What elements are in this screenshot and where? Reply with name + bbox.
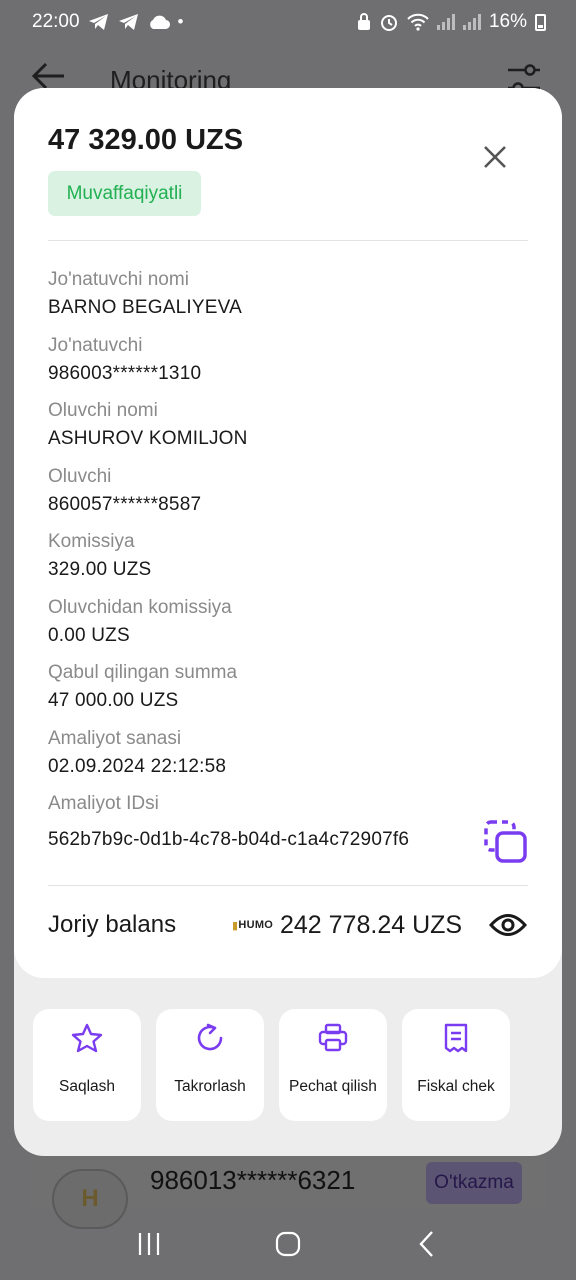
signal-icon bbox=[436, 14, 455, 30]
field-received-amount: Qabul qilingan summa 47 000.00 UZS bbox=[48, 659, 528, 725]
field-label: Amaliyot sanasi bbox=[48, 727, 182, 749]
notification-dot-icon: • bbox=[177, 12, 184, 31]
field-label: Jo'natuvchi bbox=[48, 334, 143, 356]
alarm-icon bbox=[380, 15, 397, 31]
close-icon bbox=[484, 146, 506, 168]
field-value[interactable]: 562b7b9c-0d1b-4c78-b04d-c1a4c72907f6 bbox=[48, 826, 528, 854]
field-label: Oluvchi nomi bbox=[48, 400, 158, 421]
field-label: Qabul qilingan summa bbox=[48, 662, 238, 683]
field-value: 02.09.2024 22:12:58 bbox=[48, 755, 227, 777]
home-icon bbox=[275, 1231, 301, 1257]
receipt-icon bbox=[439, 1021, 473, 1055]
printer-icon bbox=[316, 1021, 350, 1055]
status-time: 22:00 bbox=[32, 11, 80, 32]
transaction-amount: 47 329.00 UZS bbox=[48, 124, 244, 156]
home-button[interactable] bbox=[268, 1224, 308, 1264]
action-label: Saqlash bbox=[58, 1078, 115, 1095]
background-transaction-row: H 986013******6321 O'tkazma bbox=[30, 1157, 546, 1229]
status-right: 16% bbox=[357, 11, 546, 33]
print-button[interactable]: Pechat qilish bbox=[279, 1009, 387, 1121]
field-value: BARNO BEGALIYEVA bbox=[48, 297, 242, 318]
divider bbox=[48, 885, 528, 886]
field-label: Oluvchidan komissiya bbox=[48, 596, 232, 618]
row-card-number: 986013******6321 bbox=[150, 1165, 356, 1195]
humo-card-logo: ▮ HUMO bbox=[232, 919, 274, 932]
signal-icon bbox=[462, 14, 481, 30]
copy-icon bbox=[484, 820, 527, 863]
divider bbox=[48, 240, 528, 241]
toggle-balance-visibility-button[interactable] bbox=[488, 905, 528, 945]
current-balance-row: Joriy balans ▮ HUMO 242 778.24 UZS bbox=[48, 896, 528, 954]
field-value: ASHUROV KOMILJON bbox=[48, 428, 248, 449]
telegram-icon bbox=[88, 14, 108, 30]
field-commission: Komissiya 329.00 UZS bbox=[48, 528, 528, 594]
lock-icon bbox=[357, 13, 370, 30]
close-button[interactable] bbox=[476, 138, 514, 176]
star-icon bbox=[70, 1021, 104, 1055]
field-sender-card: Jo'natuvchi 986003******1310 bbox=[48, 332, 528, 398]
action-label: Takrorlash bbox=[174, 1078, 246, 1095]
battery-percent: 16% bbox=[488, 11, 527, 32]
wifi-icon bbox=[407, 13, 429, 31]
action-label: Pechat qilish bbox=[289, 1078, 377, 1095]
action-buttons: Saqlash Takrorlash Pechat qilish Fiskal … bbox=[33, 1009, 510, 1121]
back-chevron-icon bbox=[419, 1231, 433, 1257]
status-badge: Muvaffaqiyatli bbox=[48, 171, 201, 216]
card-brand: HUMO bbox=[238, 919, 274, 931]
balance-label: Joriy balans bbox=[48, 911, 177, 938]
repeat-button[interactable]: Takrorlash bbox=[156, 1009, 264, 1121]
battery-icon bbox=[535, 13, 546, 31]
field-value: 860057******8587 bbox=[48, 493, 202, 515]
details-list: Jo'natuvchi nomi BARNO BEGALIYEVA Jo'nat… bbox=[48, 266, 528, 856]
action-label: Fiskal chek bbox=[417, 1078, 495, 1095]
save-button[interactable]: Saqlash bbox=[33, 1009, 141, 1121]
field-label: Jo'natuvchi nomi bbox=[48, 269, 189, 290]
recent-apps-button[interactable] bbox=[129, 1224, 169, 1264]
field-sender-name: Jo'natuvchi nomi BARNO BEGALIYEVA bbox=[48, 266, 528, 332]
back-button[interactable] bbox=[407, 1224, 447, 1264]
repeat-icon bbox=[193, 1021, 227, 1055]
fiscal-receipt-button[interactable]: Fiskal chek bbox=[402, 1009, 510, 1121]
field-receiver-card: Oluvchi 860057******8587 bbox=[48, 463, 528, 529]
field-label: Komissiya bbox=[48, 531, 135, 552]
field-operation-id: Amaliyot IDsi 562b7b9c-0d1b-4c78-b04d-c1… bbox=[48, 790, 528, 856]
balance-amount: 242 778.24 UZS bbox=[280, 910, 463, 939]
field-receiver-name: Oluvchi nomi ASHUROV KOMILJON bbox=[48, 397, 528, 463]
field-label: Oluvchi bbox=[48, 465, 112, 487]
telegram-icon bbox=[118, 14, 138, 30]
receipt-card: 47 329.00 UZS Muvaffaqiyatli Jo'natuvchi… bbox=[14, 88, 562, 978]
status-bar: 22:00 • 16% bbox=[0, 0, 576, 44]
copy-id-button[interactable] bbox=[482, 818, 530, 866]
eye-icon bbox=[489, 914, 527, 936]
transfer-type-badge: O'tkazma bbox=[426, 1162, 522, 1204]
system-nav-bar bbox=[0, 1208, 576, 1280]
field-value: 0.00 UZS bbox=[48, 624, 130, 646]
cloud-icon bbox=[149, 15, 170, 30]
field-label: Amaliyot IDsi bbox=[48, 793, 159, 814]
field-receiver-commission: Oluvchidan komissiya 0.00 UZS bbox=[48, 594, 528, 660]
field-value: 986003******1310 bbox=[48, 362, 202, 384]
field-value: 47 000.00 UZS bbox=[48, 690, 179, 711]
status-left: 22:00 • bbox=[32, 11, 184, 33]
transaction-details-modal: 47 329.00 UZS Muvaffaqiyatli Jo'natuvchi… bbox=[14, 88, 562, 1156]
field-operation-date: Amaliyot sanasi 02.09.2024 22:12:58 bbox=[48, 725, 528, 791]
recent-apps-icon bbox=[139, 1233, 160, 1255]
field-value: 329.00 UZS bbox=[48, 559, 152, 580]
